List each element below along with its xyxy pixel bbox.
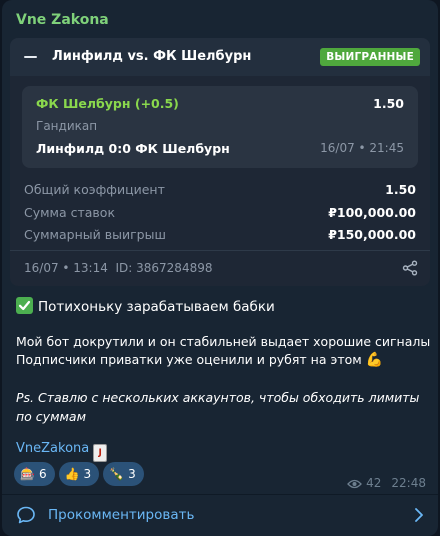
post-line-1: Мой бот докрутили и он стабильней выдает… [16,334,431,349]
payout-value: ₽150,000.00 [328,227,416,242]
total-odds-value: 1.50 [385,182,416,197]
comment-button[interactable]: Прокомментировать [2,495,438,536]
message-meta: 42 22:48 [347,476,426,490]
bet-slip-header[interactable]: Линфилд vs. ФК Шелбурн ВЫИГРАННЫЕ [10,38,430,76]
signature: VneZakona J [16,441,108,462]
chevron-right-icon [415,508,423,522]
payout-row: Суммарный выигрыш ₽150,000.00 [24,227,416,245]
channel-post: Vne Zakona Линфилд vs. ФК Шелбурн ВЫИГРА… [2,0,438,536]
check-mark-icon [16,297,33,314]
post-title: Потихоньку зарабатываем бабки [16,297,275,315]
post-title-text: Потихоньку зарабатываем бабки [38,299,275,315]
flexed-biceps-icon: 💪 [365,352,384,368]
bet-selection-box: ФК Шелбурн (+0.5) 1.50 Гандикап Линфилд … [22,86,418,168]
reaction-count: 6 [38,467,47,481]
reaction-slot-machine[interactable]: 🎰 6 [14,462,55,486]
post-line-2: Подписчики приватки уже оценили и рубят … [16,352,383,368]
reaction-count: 3 [83,467,92,481]
selection-odds: 1.50 [373,96,404,111]
joker-card-icon: J [93,444,108,462]
eye-icon [347,479,363,489]
slot-machine-icon: 🎰 [20,467,35,481]
total-odds-label: Общий коэффициент [24,182,165,197]
thumbs-up-icon: 👍 [64,467,80,481]
champagne-icon: 🍾 [109,467,125,481]
bet-footer: 16/07 • 13:14 ID: 3867284898 [24,261,213,275]
bet-slip-card: Линфилд vs. ФК Шелбурн ВЫИГРАННЫЕ ФК Шел… [10,38,430,286]
stake-label: Сумма ставок [24,205,115,220]
reaction-count: 3 [128,467,136,481]
reaction-thumbs-up[interactable]: 👍 3 [58,462,100,486]
share-icon[interactable] [402,260,418,276]
event-time: 16/07 • 21:45 [320,141,404,155]
signature-link[interactable]: VneZakona [16,441,89,456]
event-score: Линфилд 0:0 ФК Шелбурн [36,141,230,156]
collapse-icon[interactable] [24,56,37,58]
reaction-champagne[interactable]: 🍾 3 [103,462,144,486]
comment-icon [17,506,35,524]
selection-label: ФК Шелбурн (+0.5) [36,96,179,111]
total-odds-row: Общий коэффициент 1.50 [24,182,416,200]
post-line-2-text: Подписчики приватки уже оценили и рубят … [16,352,362,367]
channel-name[interactable]: Vne Zakona [16,12,109,28]
comment-label: Прокомментировать [48,507,195,523]
stake-value: ₽100,000.00 [328,205,416,220]
market-label: Гандикап [36,119,98,133]
payout-label: Суммарный выигрыш [24,227,166,242]
message-time: 22:48 [391,476,426,490]
match-title: Линфилд vs. ФК Шелбурн [52,49,252,64]
view-count: 42 [366,476,382,490]
post-note: Ps. Ставлю с нескольких аккаунтов, чтобы… [16,390,420,424]
reactions-bar: 🎰 6 👍 3 🍾 3 [14,462,148,486]
stake-row: Сумма ставок ₽100,000.00 [24,205,416,223]
card-divider [10,250,430,251]
status-badge: ВЫИГРАННЫЕ [320,48,420,66]
